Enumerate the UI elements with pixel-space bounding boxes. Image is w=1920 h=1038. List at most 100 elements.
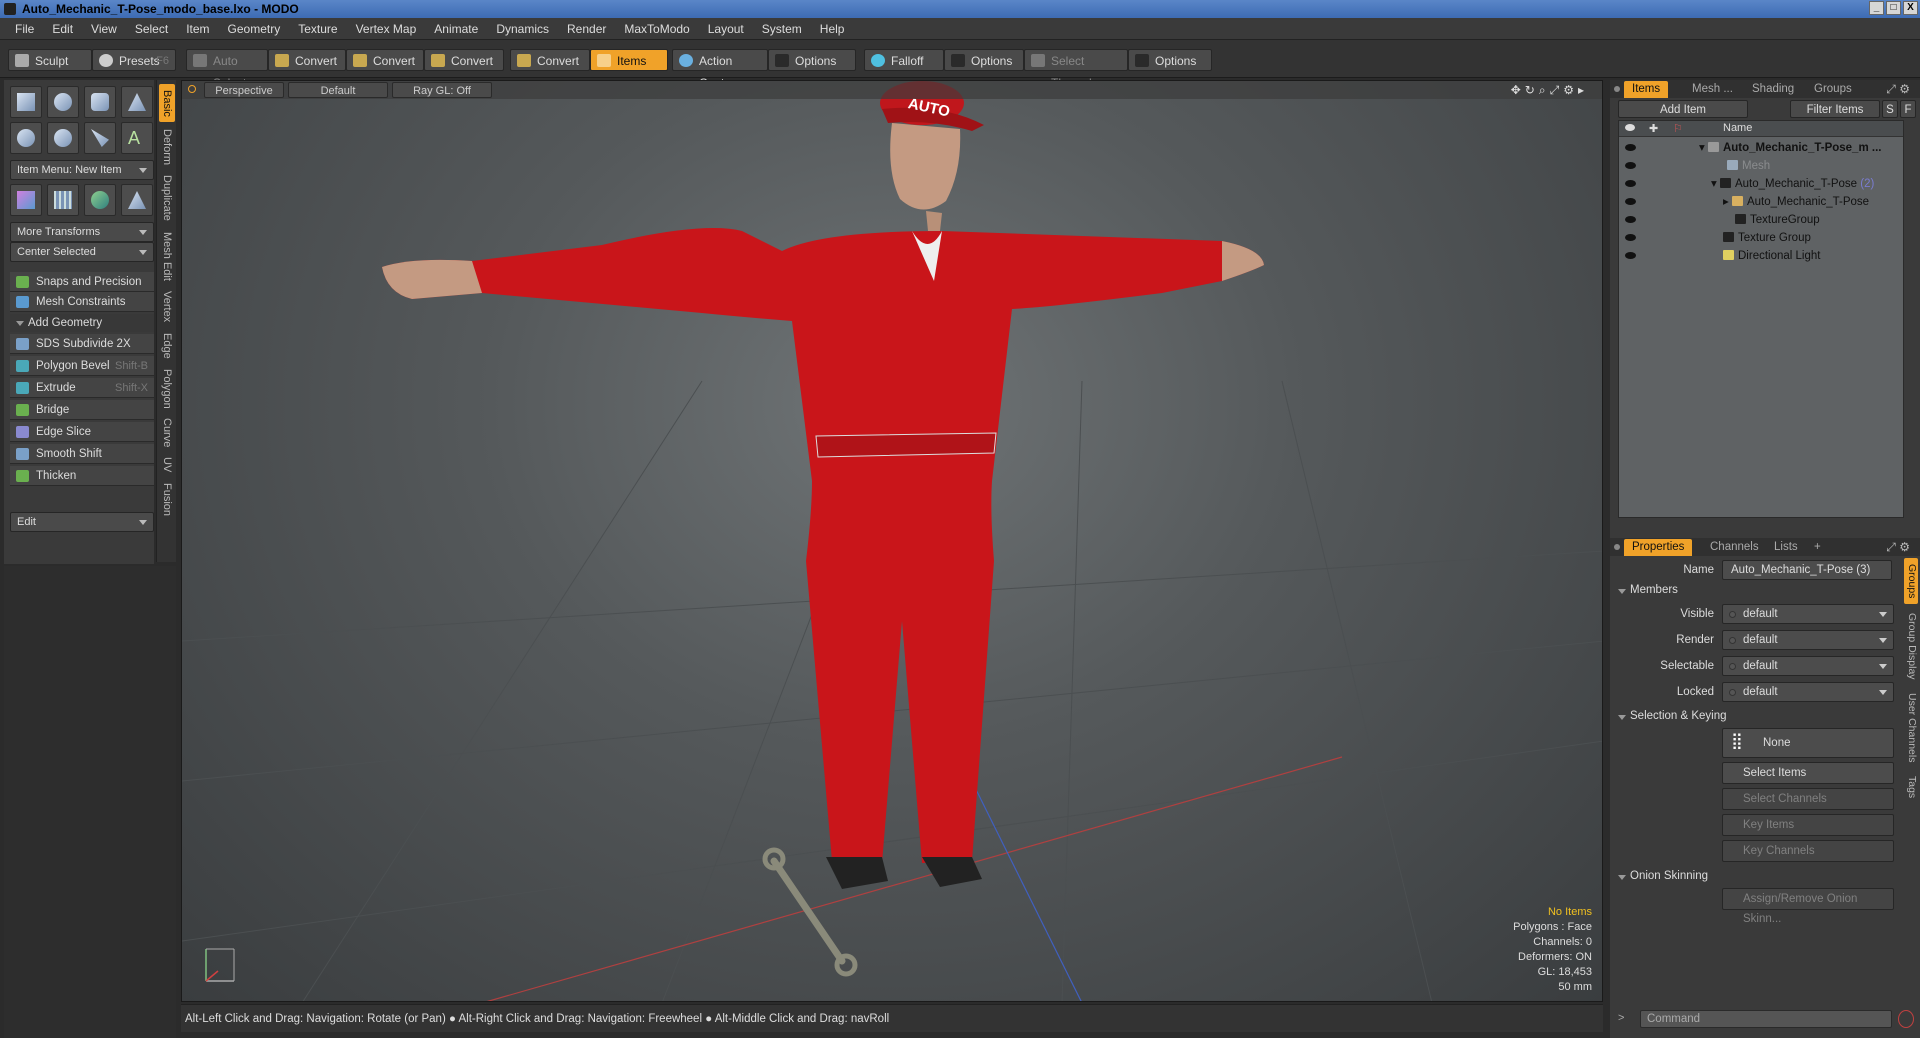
- tree-item-group[interactable]: ▾ Auto_Mechanic_T-Pose (2): [1619, 175, 1903, 193]
- gear-icon[interactable]: ⚙: [1563, 83, 1578, 97]
- perspective-button[interactable]: Perspective: [204, 82, 284, 98]
- text-tool-button[interactable]: A: [121, 122, 153, 154]
- menu-dynamics[interactable]: Dynamics: [487, 22, 558, 36]
- assign-onion-skin-button[interactable]: Assign/Remove Onion Skinn...: [1722, 888, 1894, 925]
- eye-icon[interactable]: [1625, 162, 1636, 169]
- menu-select[interactable]: Select: [126, 22, 177, 36]
- render-dropdown[interactable]: default: [1722, 630, 1894, 650]
- 3d-viewport[interactable]: AUTO Perspective Default Ray GL: Off ✥↻⌕…: [181, 80, 1603, 1002]
- sds-subdivide-button[interactable]: SDS Subdivide 2X: [10, 334, 154, 354]
- maximize-button[interactable]: □: [1886, 1, 1901, 15]
- menu-maxtomodo[interactable]: MaxToModo: [615, 22, 698, 36]
- tab-mesh-edit[interactable]: Mesh Edit: [159, 228, 175, 284]
- snaps-precision-button[interactable]: Snaps and Precision: [10, 272, 154, 292]
- torus-primitive-button[interactable]: [10, 122, 42, 154]
- eye-icon[interactable]: [1625, 198, 1636, 205]
- onion-skinning-section[interactable]: Onion Skinning: [1618, 870, 1708, 882]
- fit-icon[interactable]: ⤢: [1550, 83, 1564, 97]
- falloff-options-button[interactable]: Options: [944, 49, 1024, 71]
- raygl-button[interactable]: Ray GL: Off: [392, 82, 492, 98]
- pyramid-tool-button[interactable]: [121, 184, 153, 216]
- viewport-options-icon[interactable]: [188, 85, 196, 93]
- more-transforms-dropdown[interactable]: More Transforms: [10, 222, 154, 242]
- sphere-warp-button[interactable]: [84, 184, 116, 216]
- edge-slice-button[interactable]: Edge Slice: [10, 422, 154, 442]
- item-menu-dropdown[interactable]: Item Menu: New Item: [10, 160, 154, 180]
- eye-icon[interactable]: [1625, 252, 1636, 259]
- filter-items-button[interactable]: Filter Items: [1790, 100, 1880, 118]
- tab-edge[interactable]: Edge: [159, 330, 175, 362]
- cylinder-primitive-button[interactable]: [84, 86, 116, 118]
- tree-item-scene[interactable]: ▾ Auto_Mechanic_T-Pose_m ...: [1619, 139, 1903, 157]
- panel-menu-icon[interactable]: [1614, 86, 1620, 92]
- visible-dropdown[interactable]: default: [1722, 604, 1894, 624]
- cone-primitive-button[interactable]: [121, 86, 153, 118]
- items-mode-button[interactable]: Items: [590, 49, 668, 71]
- thicken-button[interactable]: Thicken: [10, 466, 154, 486]
- members-section[interactable]: Members: [1618, 584, 1678, 596]
- eye-icon[interactable]: [1625, 180, 1636, 187]
- tree-item-mesh-model[interactable]: ▸ Auto_Mechanic_T-Pose: [1619, 193, 1903, 211]
- s-toggle-button[interactable]: S: [1882, 100, 1898, 118]
- tab-basic[interactable]: Basic: [159, 84, 175, 122]
- menu-system[interactable]: System: [753, 22, 811, 36]
- tree-item-texture-group[interactable]: Texture Group: [1619, 229, 1903, 247]
- tab-properties[interactable]: Properties: [1624, 539, 1693, 556]
- locked-dropdown[interactable]: default: [1722, 682, 1894, 702]
- smooth-shift-button[interactable]: Smooth Shift: [10, 444, 154, 464]
- menu-geometry[interactable]: Geometry: [219, 22, 290, 36]
- record-macro-icon[interactable]: [1898, 1010, 1914, 1028]
- menu-item[interactable]: Item: [177, 22, 218, 36]
- tab-shading[interactable]: Shading: [1744, 81, 1802, 98]
- shading-default-button[interactable]: Default: [288, 82, 388, 98]
- tab-vertex[interactable]: Vertex: [159, 288, 175, 326]
- transform-tool-button[interactable]: [10, 184, 42, 216]
- menu-edit[interactable]: Edit: [43, 22, 82, 36]
- tab-group-display[interactable]: Group Display: [1904, 608, 1918, 684]
- minimize-button[interactable]: _: [1869, 1, 1884, 15]
- tab-mesh[interactable]: Mesh ...: [1684, 81, 1741, 98]
- menu-vertex-map[interactable]: Vertex Map: [347, 22, 426, 36]
- add-item-button[interactable]: Add Item: [1618, 100, 1748, 118]
- sculpt-button[interactable]: Sculpt: [8, 49, 92, 71]
- tab-lists[interactable]: Lists: [1766, 539, 1806, 556]
- key-items-button[interactable]: Key Items: [1722, 814, 1894, 836]
- menu-file[interactable]: File: [6, 22, 43, 36]
- sphere-primitive-button[interactable]: [47, 86, 79, 118]
- edit-dropdown[interactable]: Edit: [10, 512, 154, 532]
- auto-select-button[interactable]: Auto Select: [186, 49, 268, 90]
- f-toggle-button[interactable]: F: [1900, 100, 1916, 118]
- select-items-button[interactable]: Select Items: [1722, 762, 1894, 784]
- zoom-icon[interactable]: ⌕: [1539, 83, 1550, 97]
- tab-duplicate[interactable]: Duplicate: [159, 172, 175, 224]
- menu-view[interactable]: View: [82, 22, 126, 36]
- name-field[interactable]: Auto_Mechanic_T-Pose (3): [1722, 560, 1892, 580]
- pen-tool-button[interactable]: [84, 122, 116, 154]
- selectable-dropdown[interactable]: default: [1722, 656, 1894, 676]
- tab-tags[interactable]: Tags: [1904, 772, 1918, 802]
- command-input[interactable]: Command: [1640, 1010, 1892, 1028]
- polygon-bevel-button[interactable]: Polygon Bevel Shift-B: [10, 356, 154, 376]
- menu-animate[interactable]: Animate: [425, 22, 487, 36]
- convert-materials-button[interactable]: Convert: [510, 49, 590, 71]
- tab-polygon[interactable]: Polygon: [159, 366, 175, 412]
- chevron-right-icon[interactable]: ▸: [1578, 83, 1588, 97]
- mesh-constraints-button[interactable]: Mesh Constraints: [10, 292, 154, 312]
- menu-layout[interactable]: Layout: [699, 22, 753, 36]
- tab-channels[interactable]: Channels: [1702, 539, 1767, 556]
- panel-expand-gear-icon[interactable]: ⤢ ⚙: [1886, 82, 1910, 97]
- command-history-icon[interactable]: >: [1618, 1012, 1624, 1024]
- tab-groups[interactable]: Groups: [1806, 81, 1860, 98]
- falloff-button[interactable]: Falloff: [864, 49, 944, 71]
- convert-edges-button[interactable]: Convert: [346, 49, 424, 71]
- pan-icon[interactable]: ✥: [1511, 83, 1525, 97]
- tab-curve[interactable]: Curve: [159, 416, 175, 450]
- eye-icon[interactable]: [1625, 144, 1636, 151]
- tab-groups-side[interactable]: Groups: [1904, 558, 1918, 604]
- select-through-button[interactable]: Select Through: [1024, 49, 1128, 90]
- close-button[interactable]: X: [1903, 1, 1918, 15]
- add-tab-button[interactable]: +: [1806, 539, 1829, 556]
- select-channels-button[interactable]: Select Channels: [1722, 788, 1894, 810]
- panel-menu-icon[interactable]: [1614, 544, 1620, 550]
- center-selected-dropdown[interactable]: Center Selected: [10, 242, 154, 262]
